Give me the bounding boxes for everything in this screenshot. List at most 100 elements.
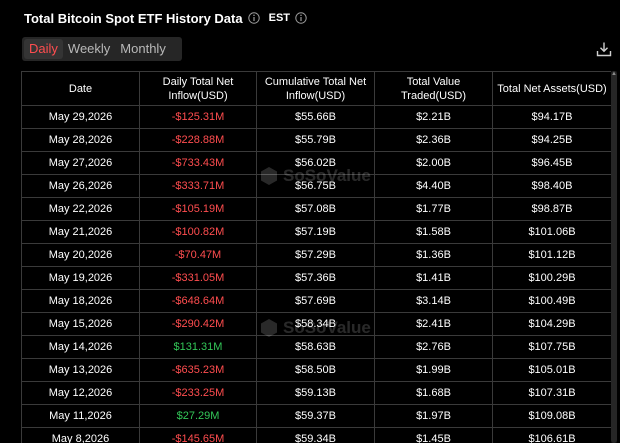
cell-cumulative-inflow: $57.29B bbox=[256, 243, 375, 267]
cell-date: May 13,2026 bbox=[21, 358, 140, 382]
cell-date: May 15,2026 bbox=[21, 312, 140, 336]
cell-date: May 11,2026 bbox=[21, 404, 140, 428]
timezone-info-icon[interactable] bbox=[295, 12, 307, 24]
cell-net-assets: $104.29B bbox=[492, 312, 611, 336]
cell-date: May 28,2026 bbox=[21, 128, 140, 152]
cell-cumulative-inflow: $59.34B bbox=[256, 427, 375, 443]
cell-net-assets: $107.75B bbox=[492, 335, 611, 359]
cell-value-traded: $1.58B bbox=[374, 220, 493, 244]
cell-value-traded: $2.41B bbox=[374, 312, 493, 336]
column-header-cumulative-inflow[interactable]: Cumulative Total Net Inflow(USD) bbox=[256, 71, 375, 106]
cell-cumulative-inflow: $57.08B bbox=[256, 197, 375, 221]
title-info-icon[interactable] bbox=[247, 12, 260, 24]
table-row[interactable]: May 26,2026 -$333.71M $56.75B $4.40B $98.40B bbox=[21, 174, 611, 198]
table-row[interactable]: May 11,2026 $27.29M $59.37B $1.97B $109.08B bbox=[21, 404, 611, 428]
cell-date: May 20,2026 bbox=[21, 243, 140, 267]
table-row[interactable]: May 29,2026 -$125.31M $55.66B $2.21B $94.17B bbox=[21, 105, 611, 129]
cell-cumulative-inflow: $55.66B bbox=[256, 105, 375, 129]
table-row[interactable]: May 27,2026 -$733.43M $56.02B $2.00B $96.45B bbox=[21, 151, 611, 175]
cell-cumulative-inflow: $57.19B bbox=[256, 220, 375, 244]
cell-date: May 19,2026 bbox=[21, 266, 140, 290]
cell-daily-inflow: -$635.23M bbox=[139, 358, 257, 382]
cell-daily-inflow: -$145.65M bbox=[139, 427, 257, 443]
cell-daily-inflow: -$70.47M bbox=[139, 243, 257, 267]
cell-cumulative-inflow: $59.37B bbox=[256, 404, 375, 428]
cell-daily-inflow: -$100.82M bbox=[139, 220, 257, 244]
cell-cumulative-inflow: $58.34B bbox=[256, 312, 375, 336]
tab-daily[interactable]: Daily bbox=[24, 39, 63, 59]
cell-net-assets: $101.12B bbox=[492, 243, 611, 267]
table-row[interactable]: May 21,2026 -$100.82M $57.19B $1.58B $101.06… bbox=[21, 220, 611, 244]
cell-daily-inflow: $27.29M bbox=[139, 404, 257, 428]
scrollbar-thumb[interactable] bbox=[611, 71, 617, 443]
download-icon[interactable] bbox=[596, 41, 612, 57]
timezone-label: EST bbox=[268, 12, 291, 24]
cell-net-assets: $106.61B bbox=[492, 427, 611, 443]
tab-monthly[interactable]: Monthly bbox=[115, 39, 171, 59]
column-header-net-assets[interactable]: Total Net Assets(USD) bbox=[492, 71, 611, 106]
cell-net-assets: $107.31B bbox=[492, 381, 611, 405]
cell-value-traded: $2.21B bbox=[374, 105, 493, 129]
cell-value-traded: $1.45B bbox=[374, 427, 493, 443]
table-row[interactable]: May 15,2026 -$290.42M $58.34B $2.41B $104.29… bbox=[21, 312, 611, 336]
cell-net-assets: $94.25B bbox=[492, 128, 611, 152]
table-row[interactable]: May 18,2026 -$648.64M $57.69B $3.14B $100.49… bbox=[21, 289, 611, 313]
cell-cumulative-inflow: $57.69B bbox=[256, 289, 375, 313]
cell-net-assets: $98.40B bbox=[492, 174, 611, 198]
cell-daily-inflow: -$333.71M bbox=[139, 174, 257, 198]
cell-cumulative-inflow: $56.75B bbox=[256, 174, 375, 198]
cell-date: May 14,2026 bbox=[21, 335, 140, 359]
cell-net-assets: $101.06B bbox=[492, 220, 611, 244]
table-row[interactable]: May 13,2026 -$635.23M $58.50B $1.99B $105.01… bbox=[21, 358, 611, 382]
cell-value-traded: $1.97B bbox=[374, 404, 493, 428]
page-header: Total Bitcoin Spot ETF History Data EST bbox=[24, 9, 307, 27]
column-header-date[interactable]: Date bbox=[21, 71, 140, 106]
cell-cumulative-inflow: $58.50B bbox=[256, 358, 375, 382]
cell-daily-inflow: -$331.05M bbox=[139, 266, 257, 290]
cell-value-traded: $1.99B bbox=[374, 358, 493, 382]
cell-cumulative-inflow: $58.63B bbox=[256, 335, 375, 359]
table-row[interactable]: May 19,2026 -$331.05M $57.36B $1.41B $100.29… bbox=[21, 266, 611, 290]
cell-date: May 12,2026 bbox=[21, 381, 140, 405]
cell-cumulative-inflow: $55.79B bbox=[256, 128, 375, 152]
cell-daily-inflow: -$648.64M bbox=[139, 289, 257, 313]
table-row[interactable]: May 20,2026 -$70.47M $57.29B $1.36B $101.12B bbox=[21, 243, 611, 267]
column-header-value-traded[interactable]: Total Value Traded(USD) bbox=[374, 71, 493, 106]
history-table-container[interactable]: Date Daily Total Net Inflow(USD) Cumulat… bbox=[21, 71, 611, 443]
table-row[interactable]: May 22,2026 -$105.19M $57.08B $1.77B $98.87B bbox=[21, 197, 611, 221]
column-header-daily-inflow[interactable]: Daily Total Net Inflow(USD) bbox=[139, 71, 257, 106]
cell-date: May 21,2026 bbox=[21, 220, 140, 244]
tab-weekly[interactable]: Weekly bbox=[63, 39, 115, 59]
cell-net-assets: $100.49B bbox=[492, 289, 611, 313]
cell-date: May 22,2026 bbox=[21, 197, 140, 221]
cell-date: May 8,2026 bbox=[21, 427, 140, 443]
cell-daily-inflow: -$233.25M bbox=[139, 381, 257, 405]
cell-daily-inflow: -$228.88M bbox=[139, 128, 257, 152]
cell-daily-inflow: -$733.43M bbox=[139, 151, 257, 175]
table-row[interactable]: May 14,2026 $131.31M $58.63B $2.76B $107.75B bbox=[21, 335, 611, 359]
cell-net-assets: $94.17B bbox=[492, 105, 611, 129]
cell-date: May 27,2026 bbox=[21, 151, 140, 175]
cell-date: May 26,2026 bbox=[21, 174, 140, 198]
table-row[interactable]: May 12,2026 -$233.25M $59.13B $1.68B $107.31… bbox=[21, 381, 611, 405]
cell-value-traded: $4.40B bbox=[374, 174, 493, 198]
cell-net-assets: $98.87B bbox=[492, 197, 611, 221]
table-body: May 29,2026 -$125.31M $55.66B $2.21B $94.17B… bbox=[21, 105, 611, 443]
scroll-up-arrow-icon[interactable]: ▲ bbox=[611, 71, 617, 77]
cell-date: May 18,2026 bbox=[21, 289, 140, 313]
history-table: Date Daily Total Net Inflow(USD) Cumulat… bbox=[21, 71, 611, 443]
cell-daily-inflow: -$290.42M bbox=[139, 312, 257, 336]
cell-net-assets: $100.29B bbox=[492, 266, 611, 290]
table-scrollbar[interactable]: ▲ bbox=[611, 71, 617, 443]
cell-cumulative-inflow: $59.13B bbox=[256, 381, 375, 405]
cell-net-assets: $105.01B bbox=[492, 358, 611, 382]
cell-value-traded: $1.77B bbox=[374, 197, 493, 221]
cell-value-traded: $1.41B bbox=[374, 266, 493, 290]
cell-daily-inflow: $131.31M bbox=[139, 335, 257, 359]
cell-date: May 29,2026 bbox=[21, 105, 140, 129]
cell-value-traded: $2.00B bbox=[374, 151, 493, 175]
table-row[interactable]: May 28,2026 -$228.88M $55.79B $2.36B $94.25B bbox=[21, 128, 611, 152]
table-row[interactable]: May 8,2026 -$145.65M $59.34B $1.45B $106.61B bbox=[21, 427, 611, 443]
cell-cumulative-inflow: $56.02B bbox=[256, 151, 375, 175]
cell-net-assets: $96.45B bbox=[492, 151, 611, 175]
